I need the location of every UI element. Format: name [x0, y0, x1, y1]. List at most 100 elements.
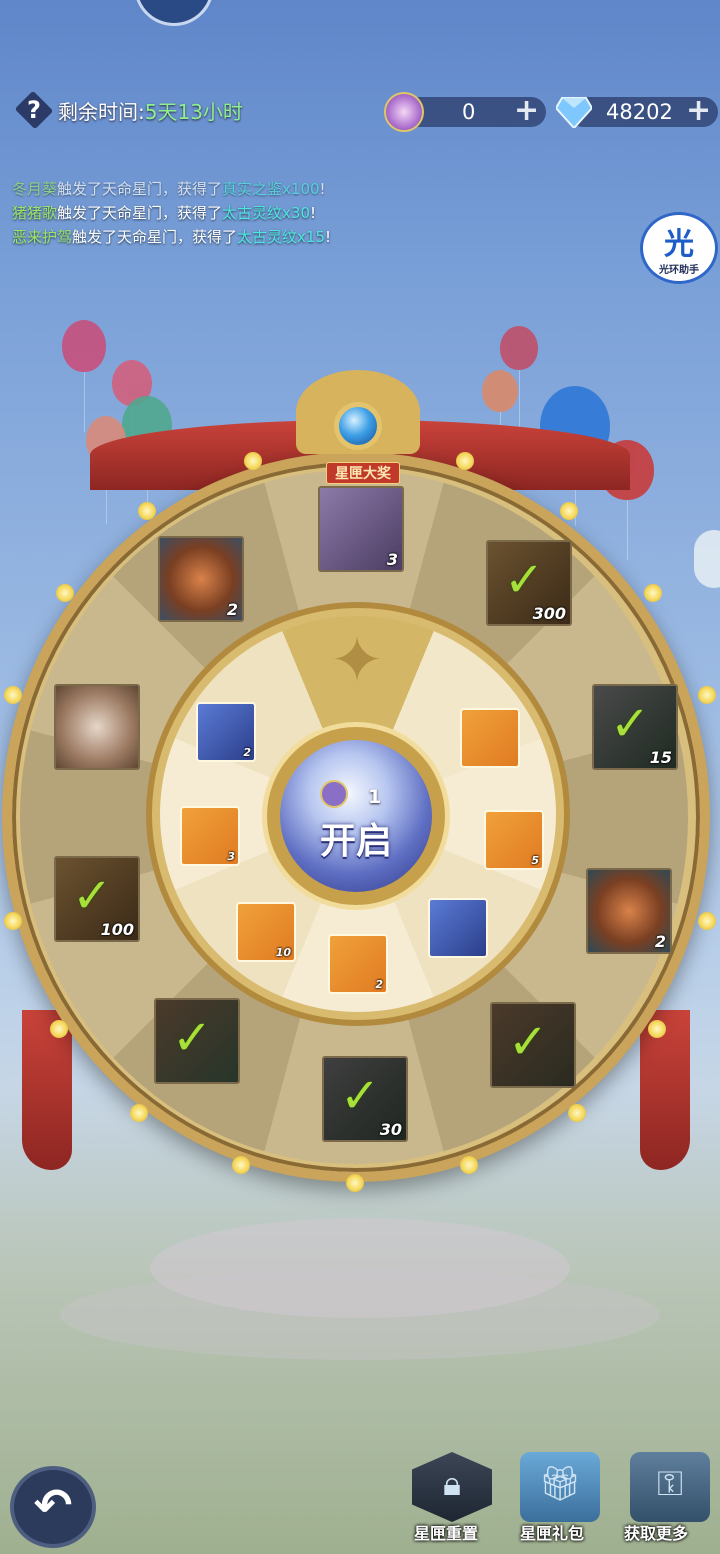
halo-assistant-button[interactable]: 光 光环助手	[640, 212, 718, 284]
rim-light	[456, 452, 474, 470]
log-player: 猪猪歌	[12, 204, 58, 222]
claimed-check-icon: ✓	[504, 552, 545, 608]
reward-claimed-tile[interactable]: ✓	[154, 998, 240, 1084]
balloon-decoration	[482, 370, 518, 472]
reward-mystery-gem-tile[interactable]	[460, 708, 520, 768]
gift-icon: 🎁︎	[538, 1464, 582, 1504]
rim-light	[130, 1104, 148, 1122]
reward-count-30: 30	[379, 1120, 402, 1139]
assistant-char: 光	[664, 227, 694, 262]
reward-count: 300	[532, 604, 566, 623]
reward-chest-tile[interactable]: 5	[484, 810, 544, 870]
reward-count: 10	[275, 946, 291, 959]
reward-claimed-tile[interactable]: ✓ 15	[592, 684, 678, 770]
arena-background	[150, 1218, 570, 1318]
open-button-label: 开启	[319, 821, 392, 862]
reward-count: 5	[531, 854, 539, 867]
rim-light	[460, 1156, 478, 1174]
key-count: 1	[368, 786, 382, 808]
get-more-label: 获取更多	[624, 1524, 689, 1543]
remaining-time-label: 剩余时间:	[58, 100, 145, 124]
crest-gem-icon	[334, 402, 382, 450]
rim-light	[568, 1104, 586, 1122]
reward-count: 3	[227, 850, 235, 863]
reward-mystery-gem-tile[interactable]: 3	[180, 806, 240, 866]
reward-mystery-gem-tile[interactable]: 2	[328, 934, 388, 994]
reward-chest-tile[interactable]	[428, 898, 488, 958]
reset-label: 星匣重置	[414, 1524, 479, 1543]
remaining-time-value: 5天13小时	[144, 100, 243, 124]
right-curtain	[640, 1010, 690, 1170]
back-button[interactable]: ↶	[10, 1466, 96, 1548]
log-player: 恶来护驾	[12, 228, 73, 246]
key-icon	[320, 780, 348, 808]
log-item: 真实之鉴x100	[222, 180, 320, 198]
diamond-icon	[554, 96, 594, 130]
reward-count: 2	[226, 600, 238, 619]
remaining-time: 剩余时间:5天13小时	[58, 96, 243, 125]
reward-chest-tile[interactable]: 2	[196, 702, 256, 762]
star-flower-icon	[384, 92, 424, 132]
log-line-3: 恶来护驾触发了天命星门，获得了太古灵纹x15!	[12, 226, 331, 247]
reward-count: 2	[243, 746, 251, 759]
rim-light	[138, 502, 156, 520]
rim-light	[648, 1020, 666, 1038]
reward-count: 15	[649, 748, 672, 767]
reward-flame-tile[interactable]: 2	[586, 868, 672, 954]
top-avatar-decoration	[134, 0, 214, 26]
log-end: !	[325, 228, 332, 246]
rim-light	[560, 502, 578, 520]
reward-claimed-tile[interactable]: ✓	[490, 1002, 576, 1088]
reward-count: 100	[100, 920, 134, 939]
balloon-decoration	[500, 326, 538, 430]
rim-light	[244, 452, 262, 470]
grand-prize-label: 星匣大奖	[326, 462, 400, 484]
currency-2-value: 48202	[606, 100, 673, 124]
log-player: 冬月葵	[12, 180, 58, 198]
rim-light	[4, 912, 22, 930]
log-line-2: 猪猪歌触发了天命星门，获得了太古灵纹x30!	[12, 202, 316, 223]
add-currency-1-button[interactable]: +	[514, 96, 539, 126]
rim-light	[232, 1156, 250, 1174]
rim-light	[644, 584, 662, 602]
star-box-gift-button[interactable]: 🎁︎	[520, 1452, 600, 1522]
reward-count: 2	[375, 978, 383, 991]
question-icon[interactable]: ?	[14, 92, 54, 128]
star-box-reset-button[interactable]: 🔒︎	[412, 1452, 492, 1522]
reward-count: 3	[386, 550, 398, 569]
balloon-decoration	[62, 320, 106, 432]
rim-light	[4, 686, 22, 704]
rim-light	[346, 1174, 364, 1192]
reward-thorn-crown-tile[interactable]	[54, 684, 140, 770]
reward-count: 2	[654, 932, 666, 951]
claimed-check-icon: ✓	[172, 1010, 213, 1066]
gift-label: 星匣礼包	[520, 1524, 585, 1543]
log-item: 太古灵纹x15	[237, 228, 325, 246]
log-item: 太古灵纹x30	[222, 204, 310, 222]
get-more-button[interactable]: ⚿	[630, 1452, 710, 1522]
reward-claimed-tile[interactable]: ✓ 3 30	[322, 1056, 408, 1142]
claimed-check-icon: ✓	[72, 868, 113, 924]
log-text: 触发了天命星门，获得了	[57, 180, 223, 198]
reward-claimed-tile[interactable]: ✓ 300	[486, 540, 572, 626]
reward-flame-tile[interactable]: 2	[158, 536, 244, 622]
add-currency-2-button[interactable]: +	[686, 96, 711, 126]
grand-prize-reward[interactable]: 3	[318, 486, 404, 572]
log-end: !	[319, 180, 326, 198]
lock-icon: 🔒︎	[442, 1464, 462, 1504]
back-arrow-icon: ↶	[33, 1478, 73, 1532]
claimed-check-icon: ✓	[610, 696, 651, 752]
reward-claimed-tile[interactable]: ✓ 100	[54, 856, 140, 942]
rim-light	[698, 912, 716, 930]
currency-1-value: 0	[462, 100, 476, 124]
claimed-check-icon: ✓	[508, 1014, 549, 1070]
assistant-label: 光环助手	[659, 265, 699, 276]
rim-light	[698, 686, 716, 704]
reward-chest-tile[interactable]: 10	[236, 902, 296, 962]
chat-icon[interactable]	[694, 530, 720, 588]
rim-light	[56, 584, 74, 602]
log-line-1: 冬月葵触发了天命星门，获得了真实之鉴x100!	[12, 178, 326, 199]
log-end: !	[310, 204, 317, 222]
log-text: 触发了天命星门，获得了	[72, 228, 238, 246]
claimed-check-icon: ✓	[340, 1068, 381, 1124]
